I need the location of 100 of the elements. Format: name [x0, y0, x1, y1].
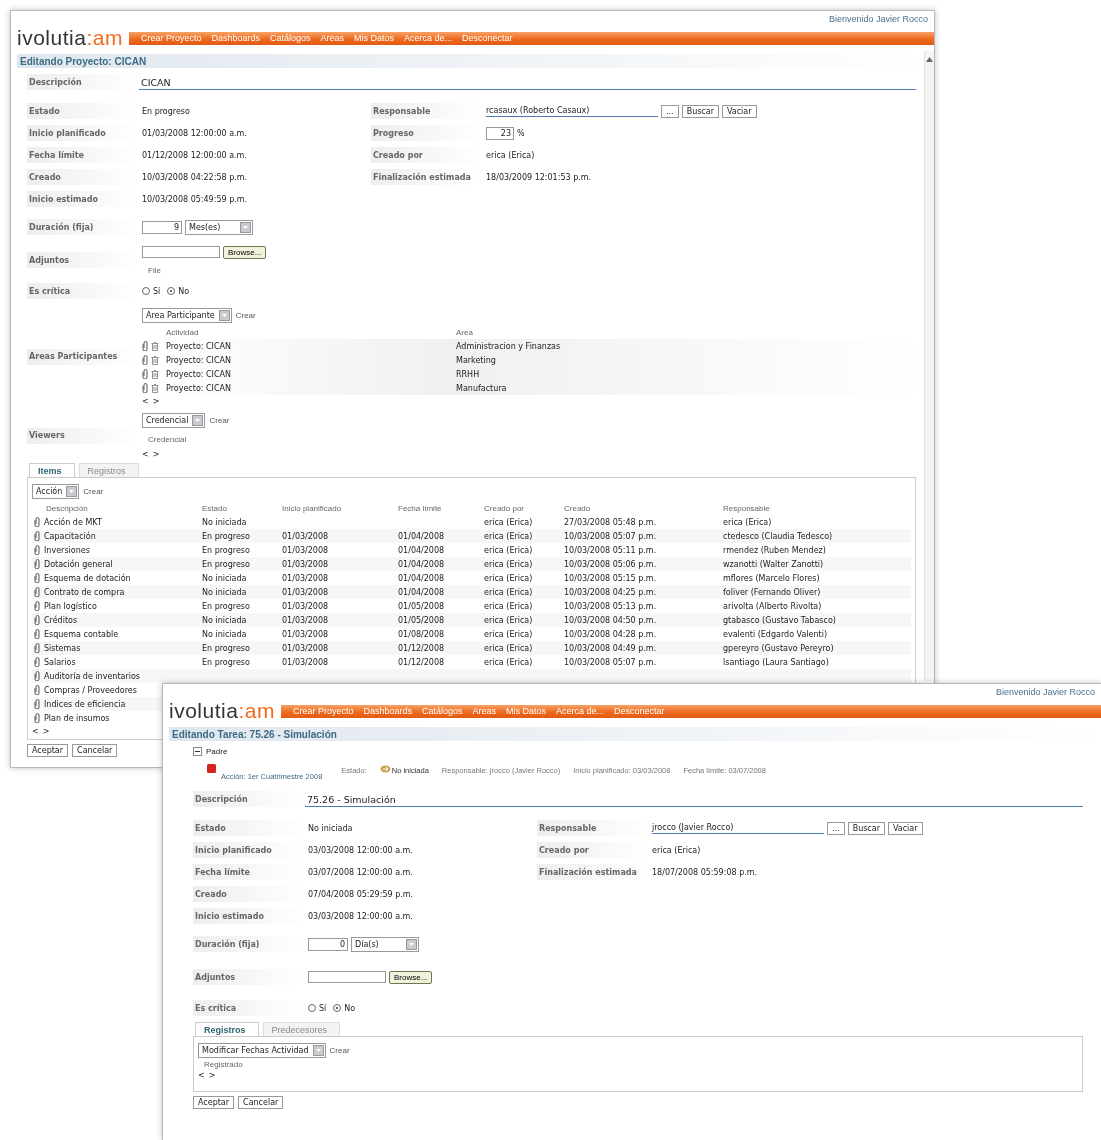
- table-cell-text: 01/03/2008: [282, 629, 330, 639]
- scroll-up-icon[interactable]: [926, 57, 933, 62]
- field-value: 03/07/2008 12:00:00 a.m.: [308, 867, 413, 877]
- logo: ivolutia:am: [169, 701, 275, 721]
- type-dropdown[interactable]: Area Participante: [142, 308, 232, 323]
- pager-link[interactable]: >: [42, 726, 50, 736]
- field-button[interactable]: Buscar: [681, 104, 719, 118]
- progress-field[interactable]: 23: [486, 126, 514, 140]
- pager-link[interactable]: <: [32, 726, 39, 736]
- field-value: No iniciada: [308, 823, 353, 833]
- table-cell-text: lsantiago (Laura Santiago): [723, 657, 830, 667]
- column-header: Creado por: [484, 503, 526, 513]
- table-cell-text: rmendez (Ruben Mendez): [723, 545, 827, 555]
- table-cell: Créditos: [44, 615, 78, 625]
- table-cell-text: 01/04/2008: [398, 545, 446, 555]
- table-cell-text: 01/12/2008: [398, 657, 446, 667]
- description-field[interactable]: CICAN: [139, 77, 916, 90]
- status-icon: [379, 764, 391, 773]
- radio-label: Sí: [153, 286, 161, 296]
- field-value: 01/12/2008 12:00:00 a.m.: [142, 150, 247, 160]
- form-button[interactable]: Aceptar: [193, 1096, 235, 1109]
- table-cell: Esquema contable: [44, 629, 119, 639]
- type-dropdown[interactable]: Modificar Fechas Actividad: [198, 1043, 326, 1058]
- table-cell-text: 01/05/2008: [398, 615, 446, 625]
- column-header: Creado: [564, 503, 592, 513]
- form-button[interactable]: Cancelar: [72, 744, 118, 757]
- logo: ivolutia:am: [17, 28, 123, 48]
- pager-link[interactable]: <: [142, 396, 149, 406]
- table-cell-text: 01/12/2008: [398, 643, 446, 653]
- radio-label: No: [178, 286, 190, 296]
- field-button[interactable]: ...: [661, 104, 679, 118]
- field-button[interactable]: Vaciar: [887, 821, 923, 835]
- description-field[interactable]: 75.26 - Simulación: [305, 794, 1083, 807]
- column-header: Actividad: [166, 327, 200, 337]
- type-dropdown[interactable]: Credencial: [142, 413, 206, 428]
- field-value: En progreso: [142, 106, 190, 116]
- tab[interactable]: Items: [29, 463, 75, 477]
- field-value: 03/03/2008 12:00:00 a.m.: [308, 911, 413, 921]
- file-field[interactable]: [142, 246, 220, 258]
- type-dropdown[interactable]: Acción: [32, 484, 80, 499]
- table-cell-text: mflores (Marcelo Flores): [723, 573, 821, 583]
- column-header: Inicio planificado: [282, 503, 343, 513]
- table-cell: Capacitación: [44, 531, 96, 541]
- duration-field[interactable]: 9: [142, 220, 182, 234]
- radio-label: Sí: [319, 1003, 327, 1013]
- table-cell-text: 10/03/2008 05:07 p.m.: [564, 531, 658, 541]
- column-header: Responsable: [723, 503, 771, 513]
- table-cell-text: 10/03/2008 05:06 p.m.: [564, 559, 658, 569]
- trash-icon[interactable]: [151, 383, 159, 393]
- table-cell-text: arivolta (Alberto Rivolta): [723, 601, 823, 611]
- field-button[interactable]: Buscar: [847, 821, 885, 835]
- field-value: 10/03/2008 04:22:58 p.m.: [142, 172, 248, 182]
- table-cell-text: 10/03/2008 04:28 p.m.: [564, 629, 658, 639]
- form-button[interactable]: Cancelar: [238, 1096, 284, 1109]
- table-cell-text: No iniciada: [202, 573, 248, 583]
- table-cell-text: erica (Erica): [484, 657, 534, 667]
- pager-link[interactable]: >: [152, 449, 160, 459]
- pager-link[interactable]: >: [152, 396, 160, 406]
- create-link[interactable]: Crear: [83, 487, 104, 496]
- pager-link[interactable]: >: [208, 1070, 216, 1080]
- form-button[interactable]: Aceptar: [27, 744, 69, 757]
- browse-button[interactable]: Browse...: [223, 245, 267, 259]
- table-cell-text: erica (Erica): [484, 559, 534, 569]
- table-cell-text: ctedesco (Claudia Tedesco): [723, 531, 834, 541]
- welcome-text: Bienvenido Javier Rocco: [995, 687, 1095, 697]
- table-cell-text: En progreso: [202, 559, 251, 569]
- column-header: Registrado: [204, 1060, 243, 1069]
- trash-icon[interactable]: [151, 355, 159, 365]
- unit-dropdown[interactable]: Mes(es): [185, 219, 253, 235]
- table-cell: Dotación general: [44, 559, 113, 569]
- field-value: 01/03/2008 12:00:00 a.m.: [142, 128, 247, 138]
- duration-field[interactable]: 0: [308, 937, 348, 951]
- column-header: Descripción: [46, 503, 89, 513]
- create-link[interactable]: Crear: [235, 311, 256, 320]
- field-button[interactable]: ...: [827, 821, 845, 835]
- browse-button[interactable]: Browse...: [389, 970, 433, 984]
- collapse-icon[interactable]: [193, 747, 202, 756]
- field-value: erica (Erica): [486, 150, 535, 160]
- pager-link[interactable]: <: [142, 449, 149, 459]
- responsible-field[interactable]: rcasaux (Roberto Casaux): [486, 105, 658, 117]
- responsible-field[interactable]: jrocco (Javier Rocco): [652, 822, 824, 834]
- create-link[interactable]: Crear: [329, 1046, 350, 1055]
- table-cell: Plan de insumos: [44, 713, 110, 723]
- parent-label: Padre: [206, 747, 228, 756]
- create-link[interactable]: Crear: [209, 416, 230, 425]
- field-button[interactable]: Vaciar: [721, 104, 757, 118]
- table-cell-text: erica (Erica): [484, 517, 534, 527]
- column-header: Estado: [202, 503, 228, 513]
- file-field[interactable]: [308, 971, 386, 983]
- pager-link[interactable]: <: [198, 1070, 205, 1080]
- tab[interactable]: Registros: [195, 1022, 259, 1036]
- table-cell-text: 01/03/2008: [282, 601, 330, 611]
- table-cell-text: 10/03/2008 05:15 p.m.: [564, 573, 658, 583]
- caret-icon: [312, 1045, 324, 1056]
- table-cell: Sistemas: [44, 643, 81, 653]
- table-cell-text: 01/04/2008: [398, 587, 446, 597]
- trash-icon[interactable]: [151, 341, 159, 351]
- trash-icon[interactable]: [151, 369, 159, 379]
- unit-dropdown[interactable]: Día(s): [351, 936, 419, 952]
- table-cell-text: 01/03/2008: [282, 587, 330, 597]
